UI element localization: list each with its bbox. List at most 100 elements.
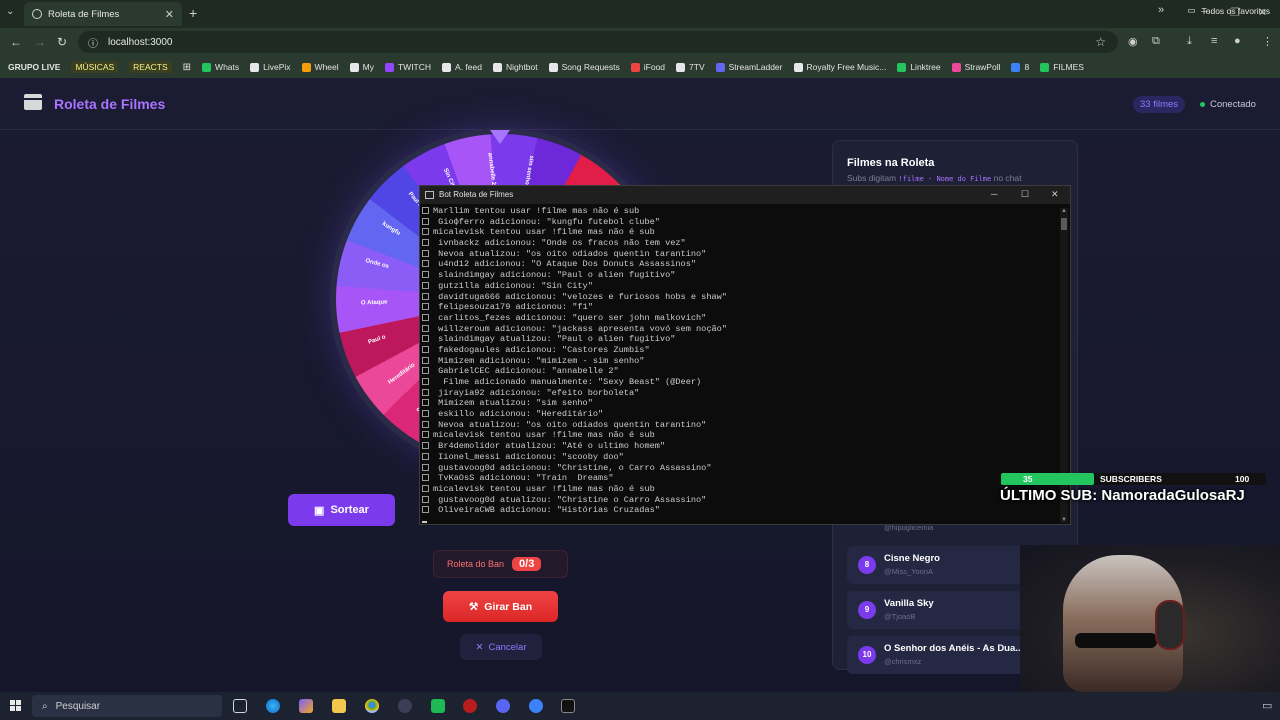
edge-icon[interactable] [266, 699, 280, 713]
bookmark-item[interactable]: Nightbot [492, 62, 538, 72]
app-icon-2[interactable] [529, 699, 543, 713]
streamlabs-icon[interactable] [431, 699, 445, 713]
back-icon[interactable]: ← [10, 35, 22, 49]
bookmark-item[interactable]: Whats [202, 62, 239, 72]
console-line-text: davidtuga666 adicionou: "velozes e furio… [433, 291, 727, 302]
console-line: Nevoa atualizou: "os oito odiados quenti… [420, 420, 1056, 431]
scroll-down-icon[interactable]: ▼ [1060, 517, 1068, 523]
windows-start-icon[interactable] [10, 700, 21, 711]
console-line: ivnbackz adicionou: "Onde os fracos não … [420, 238, 1056, 249]
bookmark-item[interactable]: A. feed [442, 62, 482, 72]
cancel-button[interactable]: ✕ Cancelar [460, 634, 542, 660]
bookmark-item[interactable]: MÚSICAS [71, 61, 119, 73]
log-glyph-icon [422, 463, 429, 471]
console-close-icon[interactable]: ✕ [1051, 189, 1059, 200]
console-line-text: jirayia92 adicionou: "efeito borboleta" [433, 387, 640, 398]
bookmark-label: TWITCH [397, 62, 432, 72]
reload-icon[interactable]: ↻ [57, 35, 67, 49]
console-window[interactable]: Bot Roleta de Filmes ─ ☐ ✕ Marllim tento… [419, 185, 1071, 525]
console-maximize-icon[interactable]: ☐ [1021, 189, 1029, 200]
console-line: micalevisk tentou usar !filme mas não é … [420, 430, 1056, 441]
console-line-text: micalevisk tentou usar !filme mas não é … [433, 430, 655, 441]
bookmark-item[interactable]: Linktree [897, 62, 941, 72]
dice-icon: ▣ [314, 504, 325, 517]
notification-icon[interactable]: ▭ [1262, 699, 1272, 712]
wheel-segment-label: O Ataque [360, 299, 388, 306]
terminal-icon [425, 191, 434, 199]
console-line: Iionel_messi adicionou: "scooby doo" [420, 452, 1056, 463]
console-line-text: slaindimgay atualizou: "Paul o alien fug… [433, 334, 676, 345]
bookmark-item[interactable]: 8 [1011, 62, 1029, 72]
search-icon: ⌕ [42, 700, 48, 712]
scroll-up-icon[interactable]: ▲ [1060, 208, 1068, 214]
close-tab-icon[interactable]: ✕ [165, 8, 174, 21]
console-line: Mimizem atualizou: "sim senho" [420, 398, 1056, 409]
download-icon[interactable]: ⤓ [1187, 35, 1192, 48]
menu-icon[interactable]: ⋮ [1262, 35, 1273, 48]
extension-icon[interactable]: ◉ [1128, 35, 1138, 48]
obs-icon[interactable] [398, 699, 412, 713]
browser-tab[interactable]: Roleta de Filmes ✕ [24, 2, 182, 26]
bookmark-item[interactable]: LivePix [250, 62, 291, 72]
console-line-text: Br4demolidor atualizou: "Até o ultimo ho… [433, 441, 666, 452]
media-icon[interactable]: ≡ [1211, 35, 1217, 47]
bookmark-item[interactable]: Wheel [301, 62, 339, 72]
console-line-text: Marllim tentou usar !filme mas não é sub [433, 206, 640, 216]
bookmark-item[interactable]: Song Requests [548, 62, 620, 72]
bookmark-favicon-icon [384, 62, 394, 72]
bookmark-item[interactable]: GRUPO LIVE [8, 62, 60, 72]
bookmark-item[interactable]: REACTS [129, 61, 172, 73]
tab-search-icon[interactable]: ⌄ [6, 6, 14, 17]
sortear-button[interactable]: ▣ Sortear [288, 494, 395, 526]
ban-count-badge: 0/3 [512, 557, 542, 571]
copilot-icon[interactable] [299, 699, 313, 713]
bookmark-label: My [362, 62, 374, 72]
bookmark-star-icon[interactable]: ☆ [1095, 35, 1106, 49]
terminal-taskbar-icon[interactable] [561, 699, 575, 713]
console-line: OliveiraCWB adicionou: "Histórias Cruzad… [420, 505, 1056, 516]
address-bar[interactable]: ⓘ localhost:3000 ☆ [78, 31, 1118, 53]
file-explorer-icon[interactable] [332, 699, 346, 713]
new-tab-icon[interactable]: + [189, 5, 197, 21]
console-line-text: GabrielCEC adicionou: "annabelle 2" [433, 366, 619, 377]
bookmark-item[interactable]: My [349, 62, 374, 72]
command-code: !filme - Nome do Filme [898, 175, 992, 183]
log-glyph-icon [422, 367, 429, 375]
app-icon[interactable] [463, 699, 477, 713]
bookmarks-bar: GRUPO LIVE MÚSICAS REACTS ⊞ Whats LivePix Whee… [0, 56, 1280, 78]
site-info-icon[interactable]: ⓘ [88, 35, 98, 50]
bookmark-favicon-icon [793, 62, 803, 72]
subtitle-suffix: no chat [993, 173, 1022, 183]
task-view-icon[interactable] [233, 699, 247, 713]
girar-ban-button[interactable]: ⚒ Girar Ban [443, 591, 558, 622]
bookmark-item[interactable]: Royalty Free Music... [793, 62, 886, 72]
console-line: carlitos_fezes adicionou: "quero ser joh… [420, 313, 1056, 324]
bookmark-favicon-icon [202, 62, 212, 72]
bookmark-item[interactable]: StrawPoll [951, 62, 1000, 72]
forward-icon[interactable]: → [34, 35, 46, 49]
puzzle-icon[interactable]: ⧉ [1152, 35, 1160, 48]
discord-icon[interactable] [496, 699, 510, 713]
console-title: Bot Roleta de Filmes [439, 190, 514, 199]
taskbar-search[interactable]: ⌕ Pesquisar [32, 695, 222, 717]
more-bookmarks-icon[interactable]: » [1158, 4, 1164, 16]
profile-avatar[interactable]: ● [1234, 35, 1241, 47]
film-number: 9 [858, 601, 876, 619]
bookmark-item[interactable]: ⊞ [183, 62, 191, 73]
console-line-text: eskillo adicionou: "Hereditário" [433, 409, 604, 420]
console-titlebar[interactable]: Bot Roleta de Filmes ─ ☐ ✕ [420, 186, 1070, 204]
console-line-text: TvKaOsS adicionou: "Train Dreams" [433, 473, 614, 484]
ban-label: Roleta do Ban [447, 559, 505, 569]
log-glyph-icon [422, 399, 429, 407]
bookmark-item[interactable]: iFood [630, 62, 665, 72]
all-bookmarks[interactable]: ▭ Todos os favoritos [1187, 5, 1270, 16]
bookmark-favicon-icon [1040, 62, 1050, 72]
bookmark-item[interactable]: FILMES [1040, 62, 1084, 72]
scroll-thumb[interactable] [1061, 218, 1067, 230]
console-minimize-icon[interactable]: ─ [991, 189, 997, 199]
bookmark-item[interactable]: StreamLadder [715, 62, 783, 72]
bookmark-item[interactable]: TWITCH [384, 62, 432, 72]
bookmark-item[interactable]: 7TV [676, 62, 705, 72]
chrome-icon[interactable] [365, 699, 379, 713]
app-title: Roleta de Filmes [54, 96, 166, 112]
